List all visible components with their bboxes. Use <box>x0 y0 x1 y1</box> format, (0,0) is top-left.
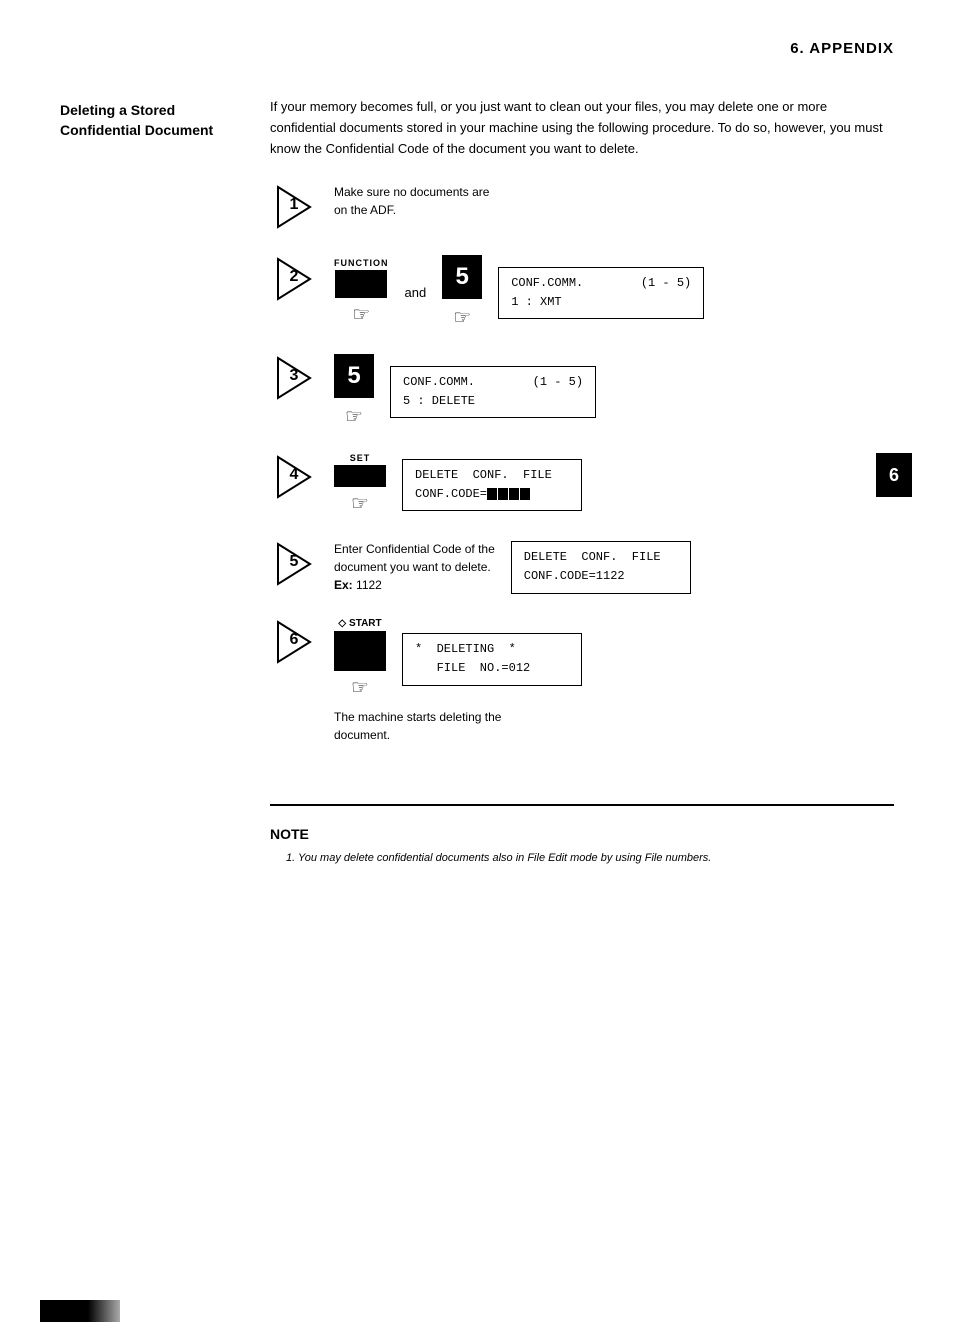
conf-sq-2 <box>498 488 508 500</box>
step-5-display-line1: DELETE CONF. FILE <box>524 548 678 567</box>
step-4-content: SET ☞ DELETE CONF. FILE CONF.CODE= <box>334 453 894 516</box>
page: 6. APPENDIX Deleting a Stored Confidenti… <box>0 0 954 1342</box>
footer-bar <box>40 1300 120 1322</box>
step-6-display-line1: * DELETING * <box>415 640 569 659</box>
step-6-display-line2: FILE NO.=012 <box>415 659 569 678</box>
step-6-footer-line2: document. <box>334 728 390 742</box>
step-6-display: * DELETING * FILE NO.=012 <box>402 633 582 685</box>
step-5-text-line1: Enter Confidential Code of the <box>334 542 495 556</box>
and-text: and <box>405 285 427 300</box>
step-3-num: 3 <box>290 368 299 386</box>
note-item-1: 1. You may delete confidential documents… <box>286 850 894 868</box>
step-5-display-line2: CONF.CODE=1122 <box>524 567 678 586</box>
function-label: FUNCTION <box>334 258 389 268</box>
step-3-visual: 5 ☞ <box>334 354 374 429</box>
step-5-row: 5 Enter Confidential Code of the documen… <box>270 540 894 594</box>
start-label: ◇START <box>338 618 381 629</box>
step-1-content: Make sure no documents are on the ADF. <box>334 183 894 219</box>
hand-icon-4: ☞ <box>351 491 369 516</box>
step-3-display-line1: CONF.COMM. (1 - 5) <box>403 373 583 392</box>
conf-sq-1 <box>487 488 497 500</box>
step-4-display: DELETE CONF. FILE CONF.CODE= <box>402 459 582 511</box>
function-btn[interactable] <box>335 270 387 298</box>
step-1-num: 1 <box>290 197 299 215</box>
step-5-display: DELETE CONF. FILE CONF.CODE=1122 <box>511 541 691 593</box>
step-6-row: 6 ◇START ☞ * DELET <box>270 618 894 744</box>
step-2-display: CONF.COMM. (1 - 5) 1 : XMT <box>498 267 704 319</box>
diamond-icon: ◇ <box>338 618 346 629</box>
step-4-display-line1: DELETE CONF. FILE <box>415 466 569 485</box>
hand-icon-2: ☞ <box>453 305 471 330</box>
hand-icon-6: ☞ <box>351 675 369 700</box>
step-3-display-line2: 5 : DELETE <box>403 392 583 411</box>
intro-text: If your memory becomes full, or you just… <box>270 97 894 159</box>
step-2-content: FUNCTION ☞ and 5 ☞ CONF.COMM. <box>334 255 894 330</box>
section-title-line1: Deleting a Stored <box>60 101 260 121</box>
step-5-ex-val: 1122 <box>356 578 382 592</box>
step-2-display-line1: CONF.COMM. (1 - 5) <box>511 274 691 293</box>
steps-container: 1 Make sure no documents are on the ADF. <box>270 183 894 744</box>
step-5-num: 5 <box>290 554 299 572</box>
step-2-row: 2 FUNCTION ☞ and 5 ☞ <box>270 255 894 330</box>
conf-sq-3 <box>509 488 519 500</box>
step-1-row: 1 Make sure no documents are on the ADF. <box>270 183 894 231</box>
section-6-tab: 6 <box>876 453 912 497</box>
section-title-line2: Confidential Document <box>60 121 260 141</box>
num5-key-step3[interactable]: 5 <box>334 354 374 398</box>
note-title: NOTE <box>270 826 894 842</box>
step-6-footer-text: The machine starts deleting the document… <box>334 708 501 744</box>
start-btn[interactable] <box>334 631 386 671</box>
step-4-badge: 4 <box>270 453 318 501</box>
step-2-visual: FUNCTION ☞ and 5 ☞ <box>334 255 482 330</box>
step-5-ex-label: Ex: <box>334 578 353 592</box>
step-5-content: Enter Confidential Code of the document … <box>334 540 894 594</box>
main-content: If your memory becomes full, or you just… <box>270 97 894 868</box>
conf-sq-4 <box>520 488 530 500</box>
start-btn-group: ◇START ☞ <box>334 618 386 700</box>
hand-icon-1: ☞ <box>352 302 370 327</box>
header-label: 6. APPENDIX <box>790 40 894 57</box>
step-2-display-line2: 1 : XMT <box>511 293 691 312</box>
step-1-text: Make sure no documents are on the ADF. <box>334 183 489 219</box>
step-1-badge: 1 <box>270 183 318 231</box>
num5-key-step2[interactable]: 5 <box>442 255 482 299</box>
step-4-num: 4 <box>290 467 299 485</box>
step-3-content: 5 ☞ CONF.COMM. (1 - 5) 5 : DELETE <box>334 354 894 429</box>
page-header: 6. APPENDIX <box>60 40 894 57</box>
step-2-badge: 2 <box>270 255 318 303</box>
set-btn-group: SET ☞ <box>334 453 386 516</box>
step-1-text-line2: on the ADF. <box>334 203 396 217</box>
step-6-badge: 6 <box>270 618 318 666</box>
step-6-num: 6 <box>290 632 299 650</box>
step-6-footer-line1: The machine starts deleting the <box>334 710 501 724</box>
note-section: NOTE 1. You may delete confidential docu… <box>270 804 894 868</box>
set-label: SET <box>350 453 371 463</box>
hand-icon-3: ☞ <box>345 404 363 429</box>
step-3-row: 3 5 ☞ CONF.COMM. (1 - 5) 5 : DELETE <box>270 354 894 429</box>
step-4-display-line2: CONF.CODE= <box>415 485 569 504</box>
step-5-text-line2: document you want to delete. <box>334 560 491 574</box>
step-5-text: Enter Confidential Code of the document … <box>334 540 495 594</box>
step-6-content: ◇START ☞ * DELETING * FILE NO.=012 <box>334 618 894 744</box>
set-btn[interactable] <box>334 465 386 487</box>
step-3-display: CONF.COMM. (1 - 5) 5 : DELETE <box>390 366 596 418</box>
step-2-num: 2 <box>290 269 299 287</box>
section-title: Deleting a Stored Confidential Document <box>60 101 260 140</box>
function-btn-group: FUNCTION ☞ <box>334 258 389 327</box>
step-5-badge: 5 <box>270 540 318 588</box>
step-4-row: 4 SET ☞ DELETE CONF. FILE CONF.CODE= <box>270 453 894 516</box>
step-1-text-line1: Make sure no documents are <box>334 185 489 199</box>
step-3-badge: 3 <box>270 354 318 402</box>
